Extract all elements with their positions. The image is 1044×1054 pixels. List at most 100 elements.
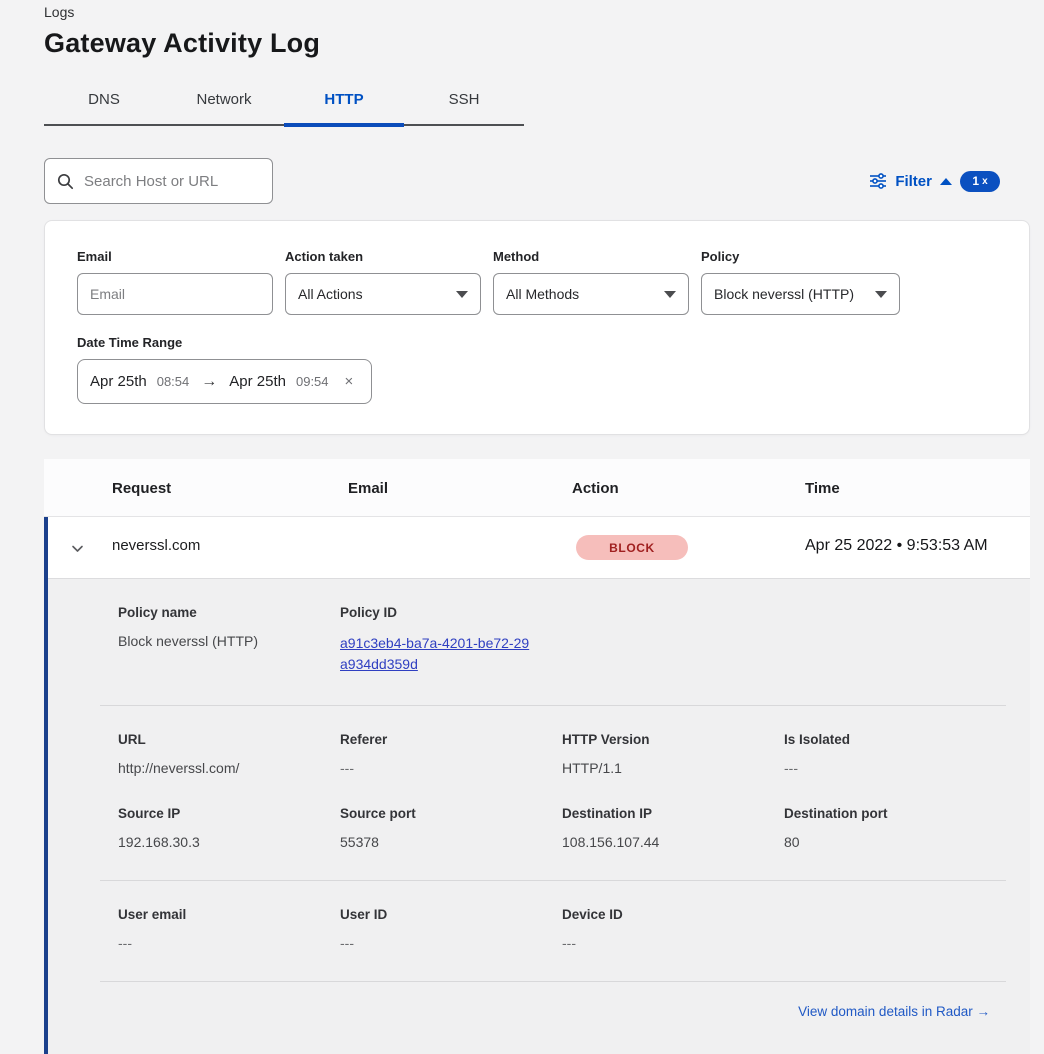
field-label: Is Isolated	[784, 732, 1006, 747]
policy-select-value: Block neverssl (HTTP)	[714, 286, 854, 302]
tab-dns[interactable]: DNS	[44, 81, 164, 124]
search-input[interactable]	[84, 173, 254, 190]
filter-field-email: Email	[77, 249, 273, 315]
field-is-isolated: Is Isolated ---	[784, 732, 1006, 776]
table-row[interactable]: neverssl.com BLOCK Apr 25 2022 • 9:53:53…	[48, 517, 1030, 579]
field-label: User email	[118, 907, 340, 922]
field-policy-name: Policy name Block neverssl (HTTP)	[118, 605, 340, 675]
end-date: Apr 25th	[229, 373, 286, 390]
email-filter-input[interactable]	[77, 273, 273, 315]
col-header-action: Action	[572, 480, 619, 497]
field-label: Policy ID	[340, 605, 562, 620]
field-label: User ID	[340, 907, 562, 922]
col-header-email: Email	[348, 480, 388, 497]
field-label: Destination IP	[562, 806, 784, 821]
log-type-tabs: DNS Network HTTP SSH	[44, 81, 524, 126]
tab-network[interactable]: Network	[164, 81, 284, 124]
filter-toggle[interactable]: Filter 1 x	[869, 171, 1000, 192]
field-destination-port: Destination port 80	[784, 806, 1006, 850]
expanded-log-entry: neverssl.com BLOCK Apr 25 2022 • 9:53:53…	[44, 517, 1030, 1054]
start-date: Apr 25th	[90, 373, 147, 390]
field-value: ---	[784, 760, 1006, 776]
tab-http[interactable]: HTTP	[284, 81, 404, 124]
radar-link[interactable]: View domain details in Radar →	[798, 1004, 990, 1019]
method-select[interactable]: All Methods	[493, 273, 689, 315]
policy-filter-label: Policy	[701, 249, 900, 264]
field-label: Source IP	[118, 806, 340, 821]
collapse-caret-icon	[940, 178, 952, 185]
chevron-down-icon	[875, 291, 887, 298]
field-device-id: Device ID ---	[562, 907, 784, 951]
field-value: HTTP/1.1	[562, 760, 784, 776]
action-filter-label: Action taken	[285, 249, 481, 264]
start-time: 08:54	[157, 374, 190, 389]
chevron-down-icon	[456, 291, 468, 298]
filter-field-method: Method All Methods	[493, 249, 689, 315]
field-value: http://neverssl.com/	[118, 760, 340, 776]
log-entry-details: Policy name Block neverssl (HTTP) Policy…	[48, 579, 1030, 1054]
field-referer: Referer ---	[340, 732, 562, 776]
field-label: Destination port	[784, 806, 1006, 821]
field-source-port: Source port 55378	[340, 806, 562, 850]
field-value: 108.156.107.44	[562, 834, 784, 850]
table-header: Request Email Action Time	[44, 459, 1030, 517]
field-url: URL http://neverssl.com/	[118, 732, 340, 776]
policy-id-link[interactable]: a91c3eb4-ba7a-4201-be72-29a934dd359d	[340, 633, 532, 675]
filter-label: Filter	[895, 173, 932, 190]
filter-panel: Email Action taken All Actions Method Al…	[44, 220, 1030, 435]
filter-field-daterange: Date Time Range Apr 25th 08:54 → Apr 25t…	[77, 335, 372, 404]
field-label: URL	[118, 732, 340, 747]
clear-daterange-icon[interactable]: ×	[345, 373, 354, 390]
daterange-input[interactable]: Apr 25th 08:54 → Apr 25th 09:54 ×	[77, 359, 372, 404]
filter-row-1: Email Action taken All Actions Method Al…	[77, 249, 997, 315]
request-host: neverssl.com	[112, 537, 200, 554]
breadcrumb: Logs	[44, 4, 1000, 20]
toolbar: Filter 1 x	[44, 158, 1000, 204]
filter-count: 1	[972, 174, 979, 188]
field-label: Referer	[340, 732, 562, 747]
tab-ssh[interactable]: SSH	[404, 81, 524, 124]
field-label: Source port	[340, 806, 562, 821]
field-label: Policy name	[118, 605, 340, 620]
field-value: 80	[784, 834, 1006, 850]
daterange-label: Date Time Range	[77, 335, 372, 350]
activity-table: Request Email Action Time neverssl.com B…	[44, 459, 1030, 1054]
field-value: ---	[118, 935, 340, 951]
filter-field-policy: Policy Block neverssl (HTTP)	[701, 249, 900, 315]
field-value: ---	[562, 935, 784, 951]
radar-link-row: View domain details in Radar →	[100, 982, 1006, 1019]
request-section: URL http://neverssl.com/ Referer --- HTT…	[100, 706, 1006, 881]
search-icon	[57, 173, 74, 190]
chevron-down-icon	[664, 291, 676, 298]
field-user-id: User ID ---	[340, 907, 562, 951]
clear-filter-icon[interactable]: x	[982, 176, 988, 187]
user-section: User email --- User ID --- Device ID ---	[100, 881, 1006, 982]
field-http-version: HTTP Version HTTP/1.1	[562, 732, 784, 776]
policy-select[interactable]: Block neverssl (HTTP)	[701, 273, 900, 315]
col-header-request: Request	[112, 480, 171, 497]
method-select-value: All Methods	[506, 286, 579, 302]
field-label: HTTP Version	[562, 732, 784, 747]
chevron-down-icon[interactable]	[70, 541, 85, 556]
action-select[interactable]: All Actions	[285, 273, 481, 315]
gateway-activity-log-page: Logs Gateway Activity Log DNS Network HT…	[0, 0, 1044, 1054]
search-box[interactable]	[44, 158, 273, 204]
method-filter-label: Method	[493, 249, 689, 264]
policy-section: Policy name Block neverssl (HTTP) Policy…	[100, 579, 1006, 706]
field-source-ip: Source IP 192.168.30.3	[118, 806, 340, 850]
field-value: ---	[340, 935, 562, 951]
field-policy-id: Policy ID a91c3eb4-ba7a-4201-be72-29a934…	[340, 605, 562, 675]
field-user-email: User email ---	[118, 907, 340, 951]
filter-field-action: Action taken All Actions	[285, 249, 481, 315]
filter-count-badge[interactable]: 1 x	[960, 171, 1000, 192]
field-value: 55378	[340, 834, 562, 850]
filter-row-2: Date Time Range Apr 25th 08:54 → Apr 25t…	[77, 335, 997, 404]
col-header-time: Time	[805, 480, 840, 497]
field-value: 192.168.30.3	[118, 834, 340, 850]
request-time: Apr 25 2022 • 9:53:53 AM	[805, 537, 988, 555]
field-value: Block neverssl (HTTP)	[118, 633, 340, 649]
page-title: Gateway Activity Log	[44, 28, 1000, 59]
end-time: 09:54	[296, 374, 329, 389]
field-label: Device ID	[562, 907, 784, 922]
field-destination-ip: Destination IP 108.156.107.44	[562, 806, 784, 850]
